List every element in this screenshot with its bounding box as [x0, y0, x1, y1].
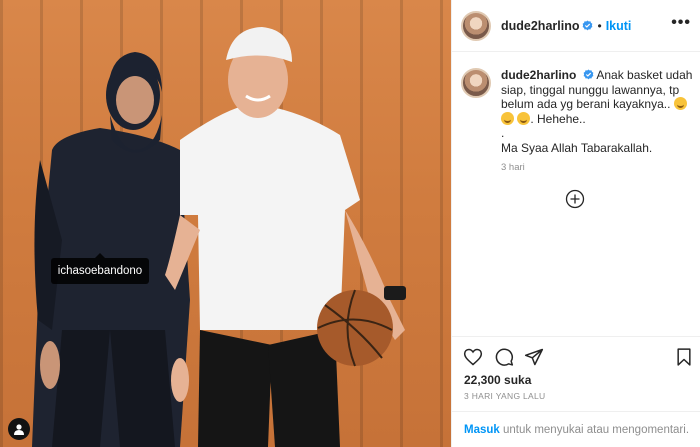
verified-badge-icon [583, 69, 594, 80]
grinning-emoji-icon [517, 111, 531, 125]
post-header: dude2harlino • Ikuti ••• [452, 0, 700, 52]
user-silhouette-icon [14, 424, 24, 435]
share-icon[interactable] [524, 347, 544, 367]
caption: dude2harlino Anak basket udah siap, ting… [461, 68, 693, 155]
comment-icon[interactable] [494, 347, 514, 367]
header-separator: • [597, 18, 602, 33]
login-link[interactable]: Masuk [464, 424, 500, 436]
caption-avatar[interactable] [461, 68, 491, 98]
caption-line-4: Ma Syaa Allah Tabarakallah. [501, 140, 653, 155]
follow-button[interactable]: Ikuti [606, 19, 632, 33]
header-username[interactable]: dude2harlino [501, 19, 579, 33]
caption-line-2: . Hehehe.. [530, 111, 586, 126]
avatar[interactable] [461, 10, 491, 41]
plus-circle-icon[interactable] [565, 189, 585, 209]
more-options-icon[interactable]: ••• [671, 14, 691, 32]
heart-icon[interactable] [463, 347, 483, 367]
login-prompt-text: untuk menyukai atau mengomentari. [499, 424, 690, 436]
bookmark-icon[interactable] [674, 347, 694, 367]
action-bar [452, 336, 700, 376]
grinning-emoji-icon [673, 97, 687, 110]
verified-badge-icon [583, 20, 593, 31]
user-tag-icon[interactable] [8, 418, 30, 440]
caption-line-3: . [501, 126, 505, 140]
caption-username[interactable]: dude2harlino [501, 68, 576, 82]
photo-people-illustration [32, 27, 406, 447]
login-prompt: Masuk untuk menyukai atau mengomentari. [452, 411, 700, 447]
photo-user-tag[interactable]: ichasoebandono [51, 253, 149, 284]
grinning-emoji-icon [501, 111, 514, 125]
post-timestamp[interactable]: 3 HARI YANG LALU [464, 391, 546, 401]
like-count[interactable]: 22,300 suka [464, 373, 531, 387]
caption-text: dude2harlino Anak basket udah siap, ting… [501, 68, 693, 155]
post-side-panel: dude2harlino • Ikuti ••• dude2harlino An… [451, 0, 700, 447]
caption-time[interactable]: 3 hari [501, 162, 525, 173]
post-photo[interactable]: ichasoebandono [0, 0, 451, 447]
